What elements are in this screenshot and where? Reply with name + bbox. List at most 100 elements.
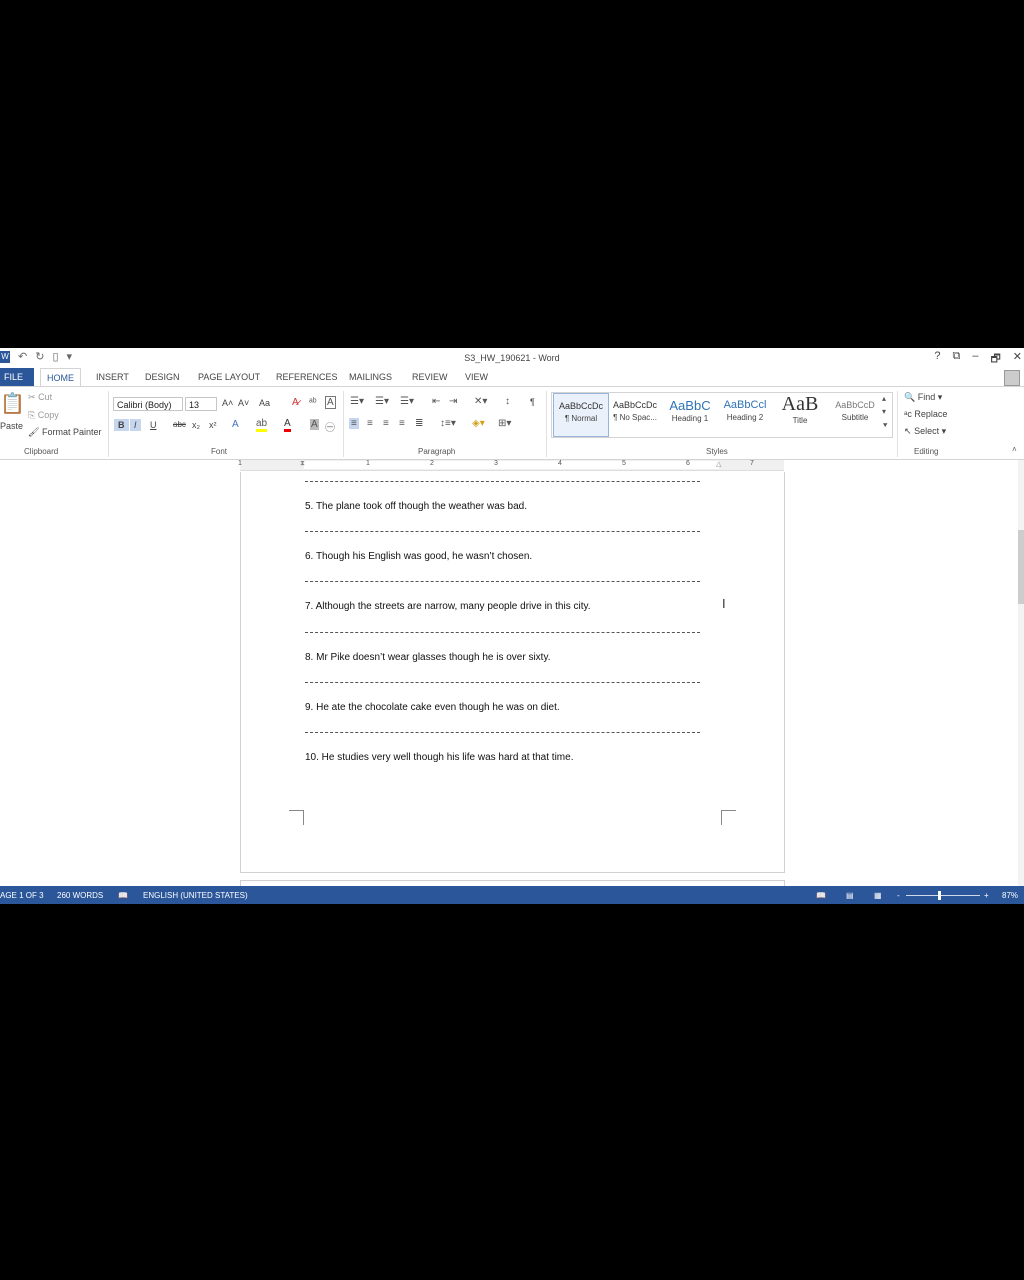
subscript-button[interactable]: x₂ xyxy=(192,420,200,430)
collapse-ribbon-icon[interactable]: ˄ xyxy=(1012,445,1017,454)
style-normal[interactable]: AaBbCcDc ¶ Normal xyxy=(553,393,609,437)
tab-design[interactable]: DESIGN xyxy=(145,368,180,386)
character-border-icon[interactable]: A xyxy=(325,396,336,409)
right-indent-marker-icon[interactable]: △ xyxy=(716,460,721,468)
show-formatting-button[interactable]: ¶ xyxy=(530,397,535,407)
styles-scroll-down-icon[interactable]: ▾ xyxy=(882,407,886,416)
paragraph[interactable]: 7. Although the streets are narrow, many… xyxy=(305,601,591,612)
tab-references[interactable]: REFERENCES xyxy=(276,368,338,386)
strikethrough-button[interactable]: abc xyxy=(173,420,186,429)
paragraph-group-label: Paragraph xyxy=(418,447,456,456)
copy-icon: ⎘ xyxy=(28,410,36,420)
increase-indent-icon[interactable]: ⇥ xyxy=(449,396,457,407)
format-painter-button[interactable]: 🖌 Format Painter xyxy=(28,427,101,438)
tab-page-layout[interactable]: PAGE LAYOUT xyxy=(198,368,260,386)
replace-button[interactable]: ᵃc Replace xyxy=(904,409,947,419)
replace-icon: ᵃc xyxy=(904,409,912,419)
character-shading-icon[interactable]: A xyxy=(310,419,319,430)
font-color-icon[interactable]: A xyxy=(284,418,291,432)
find-button[interactable]: 🔍 Find ▾ xyxy=(904,392,942,403)
paragraph[interactable]: 10. He studies very well though his life… xyxy=(305,752,573,763)
underline-button[interactable]: U xyxy=(150,420,157,430)
minimize-icon[interactable]: – xyxy=(972,350,978,369)
shrink-font-button[interactable]: A˅ xyxy=(238,398,249,408)
style-heading-2[interactable]: AaBbCcl Heading 2 xyxy=(718,393,772,435)
proofing-icon[interactable]: 📖 xyxy=(118,891,128,900)
print-layout-icon[interactable]: ▤ xyxy=(846,891,854,900)
zoom-slider-thumb[interactable] xyxy=(938,891,941,900)
copy-button[interactable]: ⎘ Copy xyxy=(28,410,59,421)
horizontal-ruler[interactable]: 1 ⧗ 1 2 3 4 5 6 △ 7 xyxy=(238,460,784,471)
decrease-indent-icon[interactable]: ⇤ xyxy=(432,396,440,407)
paragraph[interactable]: 8. Mr Pike doesn’t wear glasses though h… xyxy=(305,652,550,663)
change-case-button[interactable]: Aa xyxy=(259,398,270,408)
user-avatar-icon[interactable] xyxy=(1004,370,1020,386)
separator xyxy=(108,391,109,457)
paste-button[interactable]: Paste xyxy=(0,421,23,431)
tab-view[interactable]: VIEW xyxy=(465,368,488,386)
enclose-characters-icon[interactable]: ㊀ xyxy=(325,419,335,434)
read-mode-icon[interactable]: 📖 xyxy=(816,891,826,900)
tab-file[interactable]: FILE xyxy=(0,368,34,386)
style-no-spacing[interactable]: AaBbCcDc ¶ No Spac... xyxy=(608,393,662,435)
font-size-combo[interactable]: 13 xyxy=(185,397,217,411)
zoom-slider[interactable] xyxy=(906,895,980,896)
zoom-level[interactable]: 87% xyxy=(1002,891,1018,900)
cut-button[interactable]: ✂ Cut xyxy=(28,392,52,403)
asian-layout-icon[interactable]: ✕▾ xyxy=(474,396,487,407)
bullets-icon[interactable]: ☰▾ xyxy=(350,396,364,407)
page-count[interactable]: AGE 1 OF 3 xyxy=(0,891,44,900)
close-icon[interactable]: ✕ xyxy=(1013,350,1022,369)
phonetic-guide-icon[interactable]: ᵃᵇ xyxy=(309,397,317,408)
tab-review[interactable]: REVIEW xyxy=(412,368,448,386)
paste-icon[interactable]: 📋 xyxy=(0,391,25,416)
sort-icon[interactable]: ↕ xyxy=(505,396,510,407)
zoom-out-button[interactable]: - xyxy=(897,891,900,900)
font-name-combo[interactable]: Calibri (Body) xyxy=(113,397,183,411)
style-title[interactable]: AaB Title xyxy=(773,393,827,435)
zoom-in-button[interactable]: + xyxy=(984,891,989,900)
bold-button[interactable]: B xyxy=(114,419,129,431)
paragraph[interactable]: 9. He ate the chocolate cake even though… xyxy=(305,702,560,713)
justify-icon[interactable]: ≡ xyxy=(399,418,405,429)
align-right-icon[interactable]: ≡ xyxy=(383,418,389,429)
styles-more-icon[interactable]: ⯆ xyxy=(882,421,888,431)
shading-icon[interactable]: ◈▾ xyxy=(472,418,485,429)
tab-home[interactable]: HOME xyxy=(40,368,81,387)
ribbon-display-icon[interactable]: ⧉ xyxy=(952,350,960,369)
document-page[interactable]: 5. The plane took off though the weather… xyxy=(240,472,785,873)
left-indent-marker-icon[interactable]: ⧗ xyxy=(300,460,305,468)
ruler-number: 7 xyxy=(750,460,754,467)
paragraph[interactable]: 6. Though his English was good, he wasn’… xyxy=(305,551,532,562)
clear-format-icon[interactable]: A̷ xyxy=(292,397,299,408)
language-indicator[interactable]: ENGLISH (UNITED STATES) xyxy=(143,891,248,900)
scrollbar-thumb[interactable] xyxy=(1018,530,1024,604)
web-layout-icon[interactable]: ▦ xyxy=(874,891,882,900)
multilevel-list-icon[interactable]: ☰▾ xyxy=(400,396,414,407)
distributed-icon[interactable]: ≣ xyxy=(415,418,423,429)
grow-font-button[interactable]: A˄ xyxy=(222,398,233,408)
borders-icon[interactable]: ⊞▾ xyxy=(498,418,511,429)
text-effects-icon[interactable]: A xyxy=(232,419,239,430)
italic-button[interactable]: I xyxy=(130,419,141,431)
paragraph[interactable]: 5. The plane took off though the weather… xyxy=(305,501,527,512)
line-spacing-icon[interactable]: ↕≡▾ xyxy=(440,418,456,429)
tab-mailings[interactable]: MAILINGS xyxy=(349,368,392,386)
styles-scroll-up-icon[interactable]: ▴ xyxy=(882,394,886,403)
answer-line xyxy=(305,481,700,482)
style-subtitle[interactable]: AaBbCcD Subtitle xyxy=(828,393,882,435)
style-heading-1[interactable]: AaBbC Heading 1 xyxy=(663,393,717,435)
superscript-button[interactable]: x² xyxy=(209,420,217,430)
numbering-icon[interactable]: ☰▾ xyxy=(375,396,389,407)
restore-icon[interactable]: 🗗 xyxy=(990,350,1000,369)
select-button[interactable]: ↖ Select ▾ xyxy=(904,426,946,437)
help-icon[interactable]: ? xyxy=(934,350,940,369)
align-left-icon[interactable]: ≡ xyxy=(349,418,359,429)
vertical-scrollbar[interactable] xyxy=(1018,460,1024,886)
word-count[interactable]: 260 WORDS xyxy=(57,891,103,900)
align-center-icon[interactable]: ≡ xyxy=(367,418,373,429)
tab-insert[interactable]: INSERT xyxy=(96,368,129,386)
crop-mark xyxy=(721,810,736,825)
document-area[interactable]: 5. The plane took off though the weather… xyxy=(0,472,1018,889)
highlight-icon[interactable]: ab xyxy=(256,418,268,432)
